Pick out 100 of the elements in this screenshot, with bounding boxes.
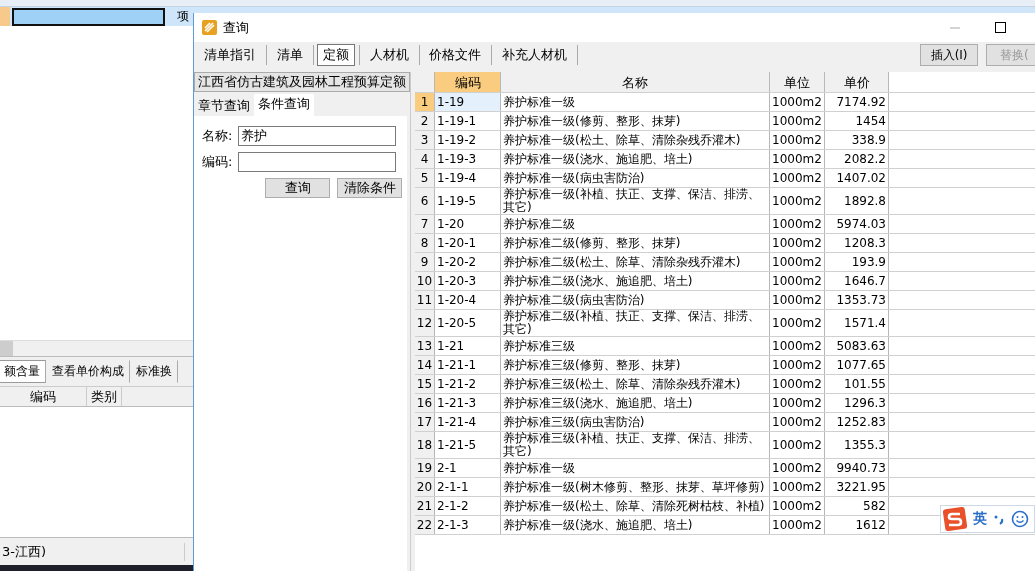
table-cell: 1000m2 — [770, 459, 825, 477]
maximize-icon[interactable] — [995, 22, 1006, 33]
row-number[interactable]: 1 — [415, 93, 435, 111]
window-title: 查询 — [223, 18, 249, 37]
table-cell: 1-19 — [435, 93, 501, 111]
table-cell: 1-21-3 — [435, 394, 501, 412]
table-cell: 1355.3 — [825, 432, 889, 458]
tab[interactable]: 标准换 — [130, 360, 178, 383]
tab[interactable]: 条件查询 — [254, 94, 314, 116]
row-number[interactable]: 19 — [415, 459, 435, 477]
column-header[interactable]: 单位 — [770, 72, 825, 92]
table-cell: 5974.03 — [825, 215, 889, 233]
column-header[interactable]: 名称 — [501, 72, 770, 92]
tab[interactable]: 价格文件 — [423, 44, 488, 66]
row-number[interactable]: 3 — [415, 131, 435, 149]
row-number[interactable]: 8 — [415, 234, 435, 252]
table-cell: 1000m2 — [770, 253, 825, 271]
table-cell: 养护标准一级(树木修剪、整形、抹芽、草坪修剪) — [501, 478, 770, 496]
table-cell: 养护标准一级 — [501, 459, 770, 477]
library-dropdown[interactable]: 江西省仿古建筑及园林工程预算定额 — [194, 72, 410, 92]
row-number[interactable]: 9 — [415, 253, 435, 271]
row-number[interactable]: 10 — [415, 272, 435, 290]
row-number[interactable]: 2 — [415, 112, 435, 130]
tab[interactable]: 额含量 — [0, 360, 46, 383]
table-cell: 1000m2 — [770, 516, 825, 534]
tab[interactable]: 查看单价构成 — [46, 360, 130, 383]
search-button[interactable]: 查询 — [265, 178, 330, 198]
table-cell: 1454 — [825, 112, 889, 130]
table-cell: 养护标准三级(补植、扶正、支撑、保洁、排涝、其它) — [501, 432, 770, 458]
input-mode[interactable]: 英 — [973, 510, 987, 528]
row-number[interactable]: 22 — [415, 516, 435, 534]
table-cell: 2-1-3 — [435, 516, 501, 534]
row-number[interactable]: 5 — [415, 169, 435, 187]
column-header[interactable]: 编码 — [435, 72, 501, 92]
row-number[interactable]: 14 — [415, 356, 435, 374]
input-field[interactable] — [238, 152, 396, 172]
column-header: 类别 — [87, 387, 122, 406]
table-cell: 养护标准二级(浇水、施追肥、培土) — [501, 272, 770, 290]
table-cell: 2-1 — [435, 459, 501, 477]
table-cell: 1-20-4 — [435, 291, 501, 309]
table-cell: 1000m2 — [770, 93, 825, 111]
table-cell: 1000m2 — [770, 169, 825, 187]
table-cell: 1000m2 — [770, 150, 825, 168]
table-cell: 101.55 — [825, 375, 889, 393]
table-cell: 养护标准一级(松土、除草、清除死树枯枝、补植) — [501, 497, 770, 515]
table-cell: 1252.83 — [825, 413, 889, 431]
table-cell: 养护标准一级(浇水、施追肥、培土) — [501, 516, 770, 534]
table-cell: 1-21-5 — [435, 432, 501, 458]
table-cell: 1000m2 — [770, 413, 825, 431]
tab[interactable]: 清单指引 — [198, 44, 262, 66]
table-cell: 1-21-1 — [435, 356, 501, 374]
table-cell: 养护标准一级(修剪、整形、抹芽) — [501, 112, 770, 130]
table-cell: 7174.92 — [825, 93, 889, 111]
row-number[interactable]: 11 — [415, 291, 435, 309]
table-cell: 1-19-1 — [435, 112, 501, 130]
row-number[interactable]: 20 — [415, 478, 435, 496]
row-number[interactable]: 4 — [415, 150, 435, 168]
table-cell: 2082.2 — [825, 150, 889, 168]
table-cell: 1000m2 — [770, 310, 825, 336]
table-cell: 1208.3 — [825, 234, 889, 252]
row-number[interactable]: 12 — [415, 310, 435, 336]
selected-cell[interactable] — [12, 7, 165, 26]
tab[interactable]: 补充人材机 — [495, 44, 573, 66]
clear-button[interactable]: 清除条件 — [337, 178, 402, 198]
tab[interactable]: 章节查询 — [194, 96, 254, 116]
row-number[interactable]: 7 — [415, 215, 435, 233]
column-header[interactable]: 单价 — [825, 72, 889, 92]
field-label: 编码: — [202, 153, 234, 171]
tab[interactable]: 清单 — [270, 44, 309, 66]
input-field[interactable]: 养护 — [238, 126, 396, 146]
table-cell: 1-20-2 — [435, 253, 501, 271]
row-number[interactable]: 15 — [415, 375, 435, 393]
row-number[interactable]: 6 — [415, 188, 435, 214]
table-cell: 1000m2 — [770, 356, 825, 374]
row-number[interactable]: 17 — [415, 413, 435, 431]
table-cell: 9940.73 — [825, 459, 889, 477]
table-cell: 1-19-3 — [435, 150, 501, 168]
table-cell: 养护标准三级(浇水、施追肥、培土) — [501, 394, 770, 412]
row-number[interactable]: 13 — [415, 337, 435, 355]
table-cell: 1000m2 — [770, 375, 825, 393]
app-icon — [202, 20, 217, 35]
smiley-icon[interactable] — [1011, 510, 1029, 528]
row-number[interactable]: 16 — [415, 394, 435, 412]
row-number[interactable]: 21 — [415, 497, 435, 515]
table-cell: 1000m2 — [770, 497, 825, 515]
table-cell: 338.9 — [825, 131, 889, 149]
table-cell: 1407.02 — [825, 169, 889, 187]
tab[interactable]: 人材机 — [363, 44, 415, 66]
table-cell: 1000m2 — [770, 478, 825, 496]
table-cell: 1353.73 — [825, 291, 889, 309]
table-cell: 1000m2 — [770, 188, 825, 214]
table-cell: 项 — [177, 8, 189, 25]
insert-button[interactable]: 插入(I) — [920, 44, 978, 66]
row-marker — [0, 7, 10, 26]
row-number[interactable]: 18 — [415, 432, 435, 458]
table-cell: 1-20 — [435, 215, 501, 233]
table-cell: 1571.4 — [825, 310, 889, 336]
field-label: 名称: — [202, 127, 234, 145]
table-cell: 1-20-3 — [435, 272, 501, 290]
tab[interactable]: 定额 — [317, 44, 356, 66]
